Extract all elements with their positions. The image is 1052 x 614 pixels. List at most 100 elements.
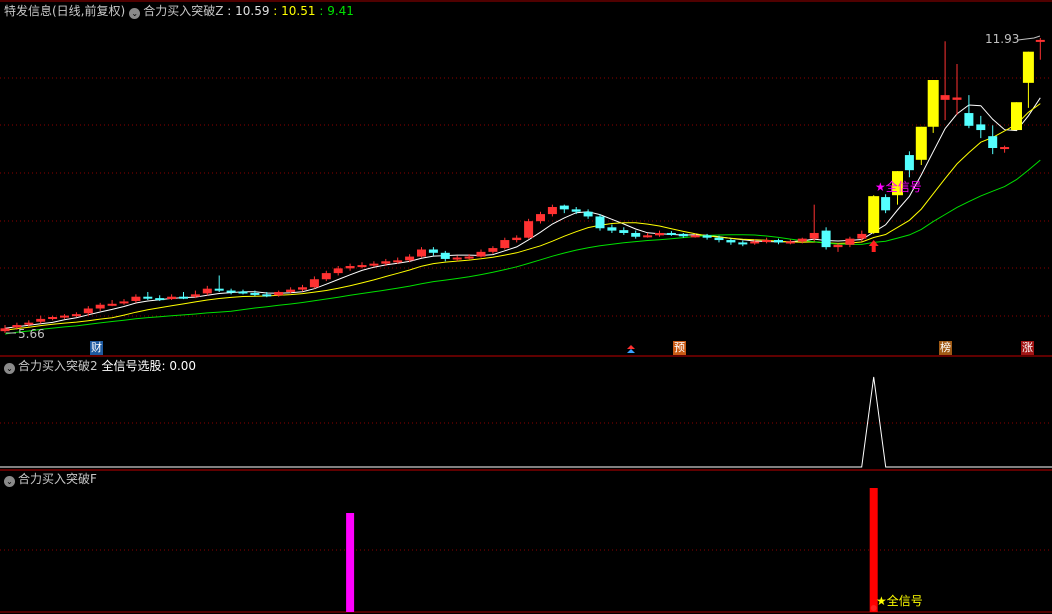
candle-body <box>286 289 296 292</box>
candle-body <box>250 292 260 295</box>
candle-body <box>655 232 664 236</box>
candle-body <box>559 205 569 210</box>
marker-yu[interactable]: 预 <box>673 341 686 355</box>
candle-body <box>1035 39 1045 42</box>
ma5-value: : 10.59 <box>227 4 270 18</box>
candle-body <box>476 251 486 257</box>
candle-body <box>809 232 819 239</box>
candle-body <box>428 249 438 253</box>
candle-body <box>179 296 188 299</box>
candle-body <box>927 80 939 127</box>
main-panel-header: 特发信息(日线,前复权) ⌄ 合力买入突破Z : 10.59 : 10.51 : 9… <box>4 3 354 19</box>
candle-body <box>976 124 986 131</box>
chart-canvas[interactable] <box>0 0 1052 614</box>
candle-body <box>202 288 212 294</box>
candle-body <box>666 232 676 235</box>
candle-body <box>857 233 867 239</box>
candle-body <box>619 230 629 233</box>
candle-body <box>119 301 129 304</box>
candle-body <box>595 216 605 229</box>
candle-body <box>405 256 415 261</box>
candle-body <box>1000 147 1010 150</box>
candle-body <box>833 244 843 248</box>
candle-body <box>107 303 117 306</box>
candle-body <box>488 248 498 252</box>
candle-body <box>48 317 58 320</box>
candle-body <box>785 241 795 244</box>
candle-body <box>83 308 93 314</box>
panel2-value: 0.00 <box>169 359 197 373</box>
candle-body <box>214 288 224 291</box>
up-arrow-icon <box>627 349 635 353</box>
panel2-title[interactable]: 合力买入突破2 <box>18 359 98 373</box>
candle-body <box>381 261 391 264</box>
candle-body <box>298 287 307 290</box>
candle-body <box>915 126 927 160</box>
candle-body <box>309 279 319 288</box>
panel2-header: ⌄ 合力买入突破2 全信号选股: 0.00 <box>4 358 196 374</box>
candle-body <box>631 232 641 237</box>
candle-body <box>702 235 712 238</box>
high-pointer <box>1017 35 1041 41</box>
high-price-label: 11.93 <box>985 32 1020 46</box>
signal-label: ★全信号 <box>875 180 922 194</box>
candle-body <box>95 304 105 309</box>
candle-body <box>333 268 343 274</box>
candle-body <box>417 249 426 257</box>
candle-body <box>167 296 177 300</box>
up-arrow-icon <box>627 345 635 349</box>
candle-body <box>881 197 891 211</box>
candle-body <box>940 95 950 100</box>
marker-zhang[interactable]: 涨 <box>1021 341 1034 355</box>
marker-bang[interactable]: 榜 <box>939 341 952 355</box>
candle-body <box>952 97 962 100</box>
stock-title: 特发信息(日线,前复权) <box>4 4 126 18</box>
ma10-value: : 10.51 <box>273 4 316 18</box>
candle-body <box>452 257 462 260</box>
candle-body <box>369 263 379 266</box>
candle-body <box>821 230 831 248</box>
candle-body <box>60 315 69 318</box>
marker-cai[interactable]: 财 <box>90 341 103 355</box>
candle-body <box>536 214 545 222</box>
candle-body <box>643 235 653 238</box>
indicator-name[interactable]: 合力买入突破Z <box>143 4 223 18</box>
candle-body <box>1011 102 1022 131</box>
candle-body <box>393 260 403 263</box>
candle-body <box>345 266 355 269</box>
candle-body <box>774 240 783 243</box>
candle-body <box>143 296 153 299</box>
candle-body <box>524 221 534 238</box>
candle-body <box>512 237 522 241</box>
candle-body <box>0 328 10 332</box>
candle-body <box>750 241 760 244</box>
candle-body <box>238 291 248 294</box>
candle-body <box>1022 51 1034 83</box>
candle-body <box>690 235 700 238</box>
candle-body <box>988 136 998 148</box>
candle-body <box>845 238 855 245</box>
panel3-title[interactable]: 合力买入突破F <box>18 472 97 486</box>
signal-bar <box>346 513 355 612</box>
candle-body <box>190 294 200 297</box>
candle-body <box>262 294 272 297</box>
candle-body <box>321 273 331 280</box>
candle-body <box>678 233 688 237</box>
candle-body <box>738 242 748 245</box>
candle-body <box>904 155 914 171</box>
panel3-header: ⌄ 合力买入突破F <box>4 471 97 487</box>
candle-body <box>714 237 724 241</box>
candle-body <box>868 196 880 233</box>
ma5-line <box>4 97 1041 329</box>
candle-body <box>71 314 81 317</box>
chevron-down-icon[interactable]: ⌄ <box>129 8 141 19</box>
ma10-line <box>4 103 1041 331</box>
candle-body <box>583 211 593 217</box>
chevron-down-icon[interactable]: ⌄ <box>4 476 15 487</box>
candle-body <box>226 290 236 293</box>
candle-body <box>964 113 974 126</box>
candle-body <box>726 240 736 243</box>
chevron-down-icon[interactable]: ⌄ <box>4 363 15 374</box>
candle-body <box>797 238 807 242</box>
candle-body <box>274 291 284 296</box>
